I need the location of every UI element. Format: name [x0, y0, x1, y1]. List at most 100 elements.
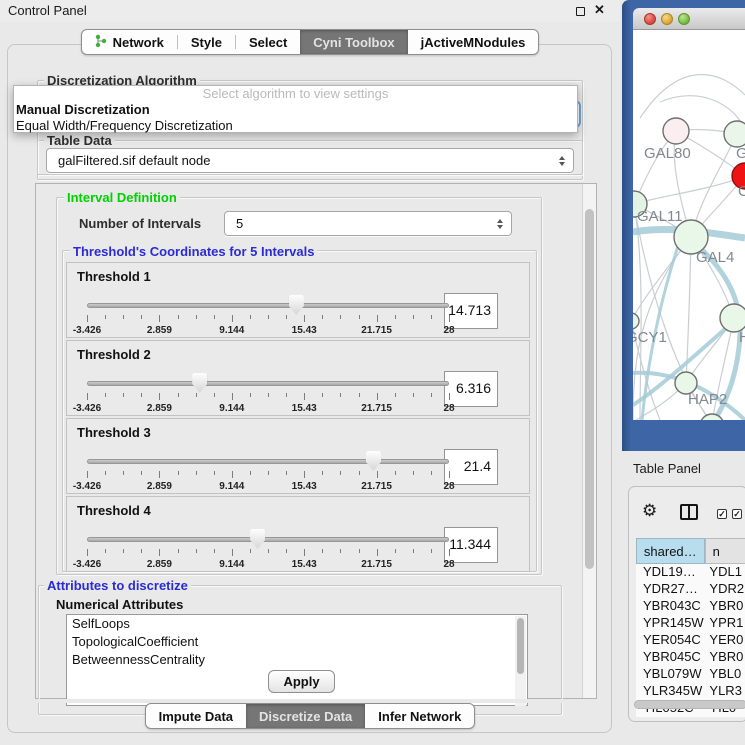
table-cell[interactable]: YLR345W [636, 683, 705, 700]
tab-infer-network[interactable]: Infer Network [365, 704, 474, 728]
table-row[interactable]: YBL079WYBL0 [636, 666, 745, 683]
tab-network[interactable]: Network [82, 30, 177, 54]
network-node[interactable] [633, 313, 639, 329]
table-cell[interactable]: YBR045C [636, 649, 705, 666]
float-window-icon[interactable] [576, 7, 585, 16]
network-canvas[interactable]: GAL80G.CGAL11GAL4GCY1HHAP2 [633, 30, 745, 420]
table-row[interactable]: YER054CYER0 [636, 632, 745, 649]
threshold-value-field[interactable]: 14.713 [444, 293, 498, 329]
checkbox-icon[interactable]: ✓ [732, 509, 742, 519]
tick-mark [377, 393, 378, 400]
table-cell[interactable]: YPR1 [705, 615, 745, 632]
threshold-slider[interactable]: -3.4262.8599.14415.4321.71528 [87, 293, 449, 339]
tick-mark [413, 315, 414, 319]
dropdown-option-equal-width-frequency-discretization[interactable]: Equal Width/Frequency Discretization [14, 118, 577, 134]
threshold-value-field[interactable]: 11.344 [444, 527, 498, 563]
horizontal-scrollbar[interactable] [634, 700, 745, 710]
slider-handle-icon[interactable] [289, 295, 304, 315]
network-node-label: G. [736, 145, 745, 162]
table-cell[interactable]: YER0 [705, 632, 745, 649]
vertical-scrollbar[interactable] [582, 184, 596, 698]
slider-track[interactable] [87, 537, 449, 542]
tab-style[interactable]: Style [178, 30, 235, 54]
table-cell[interactable]: YDL1 [705, 564, 745, 581]
threshold-slider[interactable]: -3.4262.8599.14415.4321.71528 [87, 527, 449, 573]
checkbox-icon[interactable]: ✓ [717, 509, 727, 519]
slider-track[interactable] [87, 459, 449, 464]
tick-mark [141, 471, 142, 475]
table-row[interactable]: YDR27…YDR2 [636, 581, 745, 598]
tab-label: Discretize Data [259, 709, 352, 724]
table-cell[interactable]: YER054C [636, 632, 705, 649]
attribute-item-betweennesscentrality[interactable]: BetweennessCentrality [67, 651, 527, 669]
attributes-scrollbar-thumb[interactable] [517, 618, 524, 674]
table-row[interactable]: YPR145WYPR1 [636, 615, 745, 632]
vertical-scrollbar-thumb[interactable] [585, 209, 594, 569]
tick-label: 2.859 [147, 403, 172, 414]
table-cell[interactable]: YDL19… [636, 564, 705, 581]
table-cell[interactable]: YPR145W [636, 615, 705, 632]
network-node[interactable] [724, 121, 745, 147]
tab-discretize-data[interactable]: Discretize Data [246, 704, 365, 728]
network-edge[interactable] [640, 74, 745, 118]
minimize-traffic-light-icon[interactable] [661, 13, 673, 25]
threshold-label: Threshold 4 [77, 503, 151, 518]
tick-mark [431, 393, 432, 397]
slider-handle-icon[interactable] [366, 451, 381, 471]
tab-jactivemnodules[interactable]: jActiveMNodules [408, 30, 539, 54]
network-window-titlebar[interactable] [633, 8, 745, 30]
columns-icon[interactable] [680, 504, 698, 520]
attribute-item-topologicalcoefficient[interactable]: TopologicalCoefficient [67, 633, 527, 651]
tick-mark [304, 471, 305, 478]
column-header-name[interactable]: n [705, 538, 745, 564]
tab-label: Style [191, 35, 222, 50]
threshold-slider[interactable]: -3.4262.8599.14415.4321.71528 [87, 449, 449, 495]
threshold-value-field[interactable]: 21.4 [444, 449, 498, 485]
close-traffic-light-icon[interactable] [644, 13, 656, 25]
table-row[interactable]: YDL19…YDL1 [636, 564, 745, 581]
close-icon[interactable]: ✕ [594, 2, 605, 18]
table-row[interactable]: YBR045CYBR0 [636, 649, 745, 666]
table-cell[interactable]: YDR2 [705, 581, 745, 598]
table-cell[interactable]: YBL079W [636, 666, 705, 683]
number-of-intervals-combobox[interactable]: 5 [224, 211, 512, 236]
attribute-item-selfloops[interactable]: SelfLoops [67, 615, 527, 633]
slider-handle-icon[interactable] [250, 529, 265, 549]
column-header-shared[interactable]: shared… [636, 538, 705, 564]
tab-select[interactable]: Select [236, 30, 300, 54]
attributes-scrollbar[interactable] [515, 616, 526, 706]
tick-mark [395, 393, 396, 397]
apply-button[interactable]: Apply [268, 670, 335, 693]
threshold-value-field[interactable]: 6.316 [444, 371, 498, 407]
tick-mark [359, 315, 360, 319]
threshold-slider[interactable]: -3.4262.8599.14415.4321.71528 [87, 371, 449, 417]
table-cell[interactable]: YBR0 [705, 598, 745, 615]
tab-label: Infer Network [378, 709, 461, 724]
slider-track[interactable] [87, 303, 449, 308]
horizontal-scrollbar-thumb[interactable] [634, 700, 745, 709]
network-node[interactable] [663, 118, 689, 144]
table-cell[interactable]: YLR3 [705, 683, 745, 700]
bottom-tab-strip: Impute Data Discretize Data Infer Network [145, 703, 476, 729]
table-cell[interactable]: YBL0 [705, 666, 745, 683]
tab-impute-data[interactable]: Impute Data [146, 704, 246, 728]
network-node[interactable] [720, 304, 745, 332]
dropdown-option-manual-discretization[interactable]: Manual Discretization [14, 102, 577, 118]
network-edge[interactable] [634, 176, 745, 204]
slider-handle-icon[interactable] [192, 373, 207, 393]
table-row[interactable]: YLR345WYLR3 [636, 683, 745, 700]
table-cell[interactable]: YBR043C [636, 598, 705, 615]
dropdown-options: Manual DiscretizationEqual Width/Frequen… [14, 102, 577, 134]
table-row[interactable]: YBR043CYBR0 [636, 598, 745, 615]
slider-track[interactable] [87, 381, 449, 386]
tick-mark [304, 315, 305, 322]
table-cell[interactable]: YBR0 [705, 649, 745, 666]
table-cell[interactable]: YDR27… [636, 581, 705, 598]
network-view-window[interactable]: GAL80G.CGAL11GAL4GCY1HHAP2 [622, 0, 745, 451]
tick-label: 15.43 [292, 325, 317, 336]
zoom-traffic-light-icon[interactable] [678, 13, 690, 25]
tab-cyni-toolbox[interactable]: Cyni Toolbox [300, 30, 407, 54]
control-panel-titlebar[interactable]: Control Panel ✕ [0, 0, 620, 22]
number-of-intervals-label: Number of Intervals [76, 216, 204, 231]
gear-icon[interactable]: ⚙ [642, 502, 657, 519]
